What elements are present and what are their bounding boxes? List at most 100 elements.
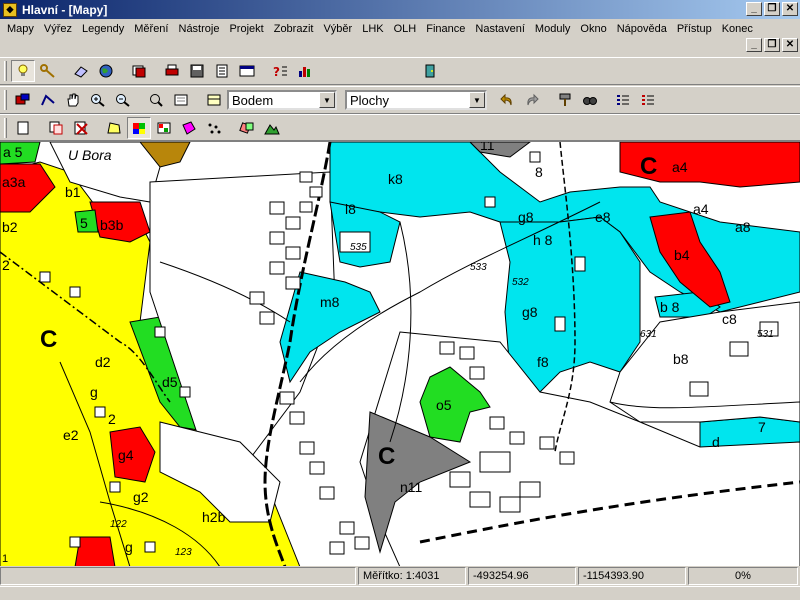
status-message [0,567,356,585]
key-tool-button[interactable] [36,60,60,82]
print-map-button[interactable] [160,60,184,82]
zoom-out-button[interactable] [111,89,135,111]
edit-toolbar [0,114,800,141]
zoom-in-icon [91,94,105,107]
menu-okno[interactable]: Okno [575,23,611,35]
menu-konec[interactable]: Konec [717,23,758,35]
save-button[interactable] [185,60,209,82]
map-canvas[interactable]: a 5 U Bora a3a b1 5 b3b b2 C d2 d5 e2 g … [0,141,800,566]
copy-doc-button[interactable] [44,117,68,139]
label-7: 7 [758,419,766,435]
delete-button[interactable] [69,117,93,139]
document-button[interactable] [210,60,234,82]
measure-line-button[interactable] [36,89,60,111]
layer-select[interactable]: Plochy ▼ [345,90,487,110]
label-ubora: U Bora [68,147,112,163]
label-g8a: g8 [518,209,534,225]
fill-color-button[interactable] [127,116,151,139]
label-2b: 2 [108,411,116,427]
redo-button[interactable] [520,89,544,111]
terrain-button[interactable] [260,117,284,139]
eraser-tool-button[interactable] [69,60,93,82]
label-b8a: b 8 [660,299,680,315]
label-d2: d2 [95,354,111,370]
query-button[interactable]: ? [268,60,292,82]
minimize-button[interactable]: _ [746,2,762,16]
pan-button[interactable] [61,89,85,111]
label-8: 8 [535,164,543,180]
label-d5: d5 [162,374,178,390]
mdi-minimize-button[interactable]: _ [746,38,762,52]
chevron-down-icon[interactable]: ▼ [319,92,335,108]
menu-nastroje[interactable]: Nástroje [174,23,225,35]
find-button[interactable] [578,89,602,111]
label-a5: a 5 [3,144,23,160]
menu-moduly[interactable]: Moduly [530,23,575,35]
close-button[interactable]: ✕ [782,2,798,16]
palette-icon [157,122,171,133]
mode-select[interactable]: Bodem ▼ [227,90,337,110]
redo-icon [527,93,539,106]
toolbar-grip[interactable] [4,61,7,81]
zoom-in-button[interactable] [86,89,110,111]
list-color-button[interactable] [636,89,660,111]
menu-vyber[interactable]: Výběr [318,23,357,35]
undo-button[interactable] [495,89,519,111]
toolbar-grip[interactable] [4,90,7,110]
toolbar-grip[interactable] [4,117,7,138]
color-list-icon [642,95,654,105]
select-layer-button[interactable] [11,89,35,111]
polygon-button[interactable] [102,117,126,139]
document-icon [216,64,228,78]
mdi-close-button[interactable]: ✕ [782,38,798,52]
label-h8: h 8 [533,232,553,248]
label-b5: 5 [80,215,88,231]
status-bar: Měřítko: 1:4031 -493254.96 -1154393.90 0… [0,566,800,586]
label-g2: g2 [133,489,149,505]
mdi-restore-button[interactable]: ❐ [764,38,780,52]
chevron-down-icon[interactable]: ▼ [469,92,485,108]
exit-door-button[interactable] [418,60,442,82]
cadastral-map[interactable]: a 5 U Bora a3a b1 5 b3b b2 C d2 d5 e2 g … [0,142,800,566]
new-doc-button[interactable] [11,117,35,139]
info-tool-button[interactable] [11,60,35,82]
parcel-red-bottom[interactable] [74,536,116,566]
hand-icon [67,93,79,107]
label-123: 123 [175,547,192,558]
scatter-button[interactable] [202,117,226,139]
restore-button[interactable]: ❐ [764,2,780,16]
layers-tool-button[interactable] [127,60,151,82]
magnifier-extent-icon [150,94,163,107]
menu-vyrez[interactable]: Výřez [39,23,77,35]
label-a3a: a3a [2,174,26,190]
globe-tool-button[interactable] [94,60,118,82]
palette-button[interactable] [152,117,176,139]
undo-icon [500,93,512,106]
menu-legendy[interactable]: Legendy [77,23,129,35]
paint-button[interactable] [553,89,577,111]
menu-zobrazit[interactable]: Zobrazit [269,23,319,35]
copy-document-icon [49,121,63,134]
menu-mapy[interactable]: Mapy [2,23,39,35]
menu-napoveda[interactable]: Nápověda [612,23,672,35]
menu-nastaveni[interactable]: Nastavení [470,23,530,35]
label-e2: e2 [63,427,79,443]
menu-lhk[interactable]: LHK [357,23,388,35]
refresh-map-button[interactable] [169,89,193,111]
label-c8: c8 [722,311,737,327]
label-g8b: g8 [522,304,538,320]
legend-button[interactable] [235,117,259,139]
menu-projekt[interactable]: Projekt [224,23,268,35]
delete-x-icon [74,121,88,135]
menu-olh[interactable]: OLH [389,23,422,35]
menu-mereni[interactable]: Měření [129,23,173,35]
select-mode-button[interactable] [202,89,226,111]
list-button[interactable] [611,89,635,111]
table-button[interactable] [235,60,259,82]
menu-pristup[interactable]: Přístup [672,23,717,35]
zoom-extent-button[interactable] [144,89,168,111]
menu-finance[interactable]: Finance [421,23,470,35]
magenta-layer-button[interactable] [177,117,201,139]
chart-button[interactable] [293,60,317,82]
mode-select-value: Bodem [232,92,274,108]
